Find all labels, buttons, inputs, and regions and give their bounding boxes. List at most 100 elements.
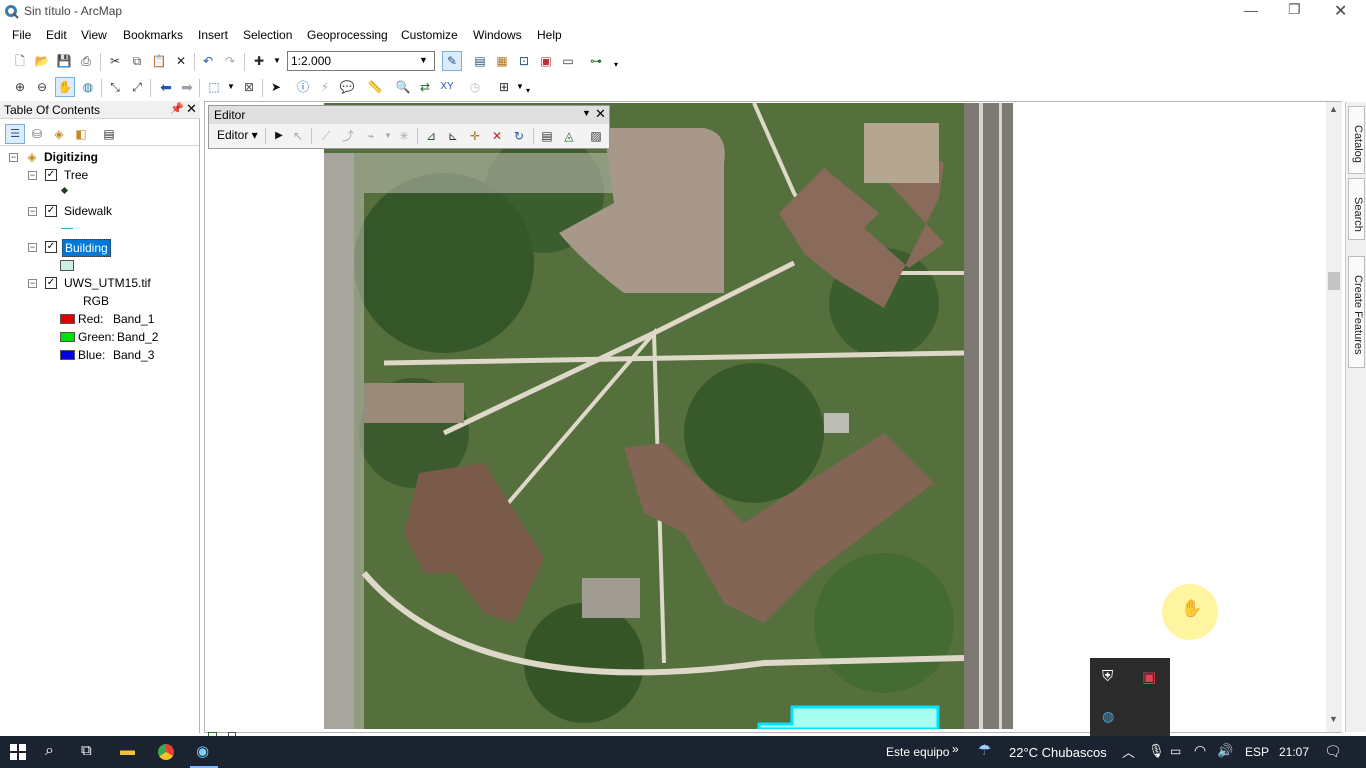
scroll-up-icon[interactable]: ▲ — [1329, 104, 1338, 114]
close-button[interactable]: ✕ — [1334, 1, 1347, 21]
toc-group-digitizing[interactable]: Digitizing — [44, 150, 98, 164]
close-icon[interactable]: ✕ — [595, 106, 606, 122]
weather-rain-icon[interactable]: ☂ — [978, 741, 991, 759]
collapse-layer-icon[interactable]: − — [28, 243, 37, 252]
point-tool-icon[interactable]: ✳ — [395, 127, 413, 145]
hyperlink-icon[interactable]: ⚡ — [316, 78, 334, 96]
wifi-icon[interactable]: ◠ — [1194, 742, 1206, 759]
search-window-icon[interactable]: ⊡ — [515, 52, 533, 70]
scroll-thumb[interactable] — [1328, 272, 1340, 290]
menu-help[interactable]: Help — [537, 28, 562, 42]
list-by-source-icon[interactable]: ⛁ — [28, 125, 46, 143]
split-tool-icon[interactable]: ✕ — [488, 127, 506, 145]
create-features-tab[interactable]: Create Features — [1348, 256, 1365, 368]
chrome-icon[interactable] — [158, 744, 174, 760]
notifications-icon[interactable]: 🗨 — [1324, 743, 1342, 760]
menu-geoprocessing[interactable]: Geoprocessing — [307, 28, 388, 42]
new-document-icon[interactable]: 🗋 — [11, 52, 29, 70]
delete-icon[interactable]: ✕ — [172, 52, 190, 70]
editor-menu-button[interactable]: Editor ▾ — [217, 128, 258, 142]
menu-edit[interactable]: Edit — [46, 28, 67, 42]
editor-toolbar-icon[interactable]: ✎ — [442, 51, 462, 71]
collapse-layer-icon[interactable]: − — [28, 279, 37, 288]
measure-ruler-icon[interactable]: 📏 — [366, 78, 384, 96]
full-extent-globe-icon[interactable]: ◍ — [79, 78, 97, 96]
list-by-selection-icon[interactable]: ◧ — [72, 125, 90, 143]
add-data-dropdown-icon[interactable]: ▼ — [268, 52, 286, 70]
menu-bookmarks[interactable]: Bookmarks — [123, 28, 183, 42]
scale-combobox[interactable]: 1:2.000 ▼ — [287, 51, 435, 71]
task-view-icon[interactable]: ⧉ — [81, 742, 92, 759]
sketch-properties-icon[interactable]: ◬ — [560, 127, 578, 145]
editor-options-dropdown-icon[interactable]: ▼ — [582, 108, 591, 118]
edit-annotation-icon[interactable]: ↖ — [289, 127, 307, 145]
edit-tool-arrow-icon[interactable]: ▶ — [270, 127, 288, 145]
add-data-icon[interactable]: ✚ — [250, 52, 268, 70]
trace-icon[interactable]: ⌁ — [362, 127, 380, 145]
open-folder-icon[interactable]: 📂 — [33, 52, 51, 70]
volume-icon[interactable]: 🔊 — [1217, 743, 1233, 759]
list-by-visibility-icon[interactable]: ◈ — [50, 125, 68, 143]
python-window-icon[interactable]: ▭ — [559, 52, 577, 70]
identify-icon[interactable]: ⓘ — [294, 78, 312, 96]
rotate-icon[interactable]: ↻ — [510, 127, 528, 145]
arcmap-taskbar-icon[interactable]: ◉ — [196, 742, 209, 760]
find-route-icon[interactable]: ⇄ — [416, 78, 434, 96]
model-builder-icon[interactable]: ⊶ — [587, 52, 605, 70]
scroll-down-icon[interactable]: ▼ — [1329, 714, 1338, 724]
print-icon[interactable]: ⎙ — [77, 52, 95, 70]
layer-building[interactable]: Building — [62, 239, 111, 257]
menu-selection[interactable]: Selection — [243, 28, 292, 42]
chevron-down-icon[interactable]: ▼ — [419, 55, 428, 65]
restore-button[interactable]: ❐ — [1288, 1, 1301, 18]
zoom-in-icon[interactable]: ⊕ — [11, 78, 29, 96]
find-binoculars-icon[interactable]: 🔍 — [394, 78, 412, 96]
fixed-zoom-out-icon[interactable]: ⤢ — [128, 78, 146, 96]
aerial-imagery[interactable] — [324, 103, 1013, 729]
location-toolbar-label[interactable]: Este equipo — [886, 745, 949, 759]
forward-arrow-icon[interactable]: ➡ — [178, 78, 196, 96]
select-elements-arrow-icon[interactable]: ➤ — [267, 78, 285, 96]
map-vertical-scrollbar[interactable]: ▲ ▼ — [1326, 102, 1342, 732]
cut-icon[interactable]: ✂ — [106, 52, 124, 70]
paste-icon[interactable]: 📋 — [150, 52, 168, 70]
select-features-icon[interactable]: ⬚ — [205, 78, 223, 96]
create-features-icon[interactable]: ▨ — [587, 127, 605, 145]
layer-tree[interactable]: Tree — [64, 168, 88, 182]
tray-chevron-up-icon[interactable]: ︿ — [1122, 742, 1135, 761]
menu-windows[interactable]: Windows — [473, 28, 522, 42]
layer-sidewalk[interactable]: Sidewalk — [64, 204, 112, 218]
app-tray-icon[interactable]: ▣ — [1142, 668, 1156, 686]
weather-label[interactable]: 22°C Chubascos — [1009, 745, 1107, 760]
redo-icon[interactable]: ↷ — [221, 52, 239, 70]
toolbar-expand-icon[interactable]: » — [952, 742, 959, 756]
select-dropdown-icon[interactable]: ▼ — [222, 78, 240, 96]
save-icon[interactable]: 💾 — [55, 52, 73, 70]
attributes-icon[interactable]: ▤ — [538, 127, 556, 145]
collapse-layer-icon[interactable]: − — [28, 171, 37, 180]
fixed-zoom-in-icon[interactable]: ⤡ — [106, 78, 124, 96]
edit-vertices-icon[interactable]: ⊿ — [422, 127, 440, 145]
html-popup-icon[interactable]: 💬 — [338, 78, 356, 96]
battery-icon[interactable]: ▭ — [1170, 744, 1181, 758]
pan-hand-icon[interactable]: ✋ — [55, 77, 75, 97]
editor-title-bar[interactable]: Editor ▼ ✕ — [209, 106, 609, 124]
copy-icon[interactable]: ⧉ — [128, 52, 146, 70]
microphone-icon[interactable]: 🎙 — [1148, 743, 1165, 759]
menu-insert[interactable]: Insert — [198, 28, 228, 42]
end-point-arc-icon[interactable]: ⤴ — [339, 127, 357, 145]
reshape-feature-icon[interactable]: ⊾ — [444, 127, 462, 145]
clock-time[interactable]: 21:07 — [1279, 745, 1309, 759]
collapse-group-icon[interactable]: − — [9, 153, 18, 162]
layer-checkbox-sidewalk[interactable]: ✓ — [45, 205, 57, 217]
toc-options-icon[interactable]: ▤ — [100, 125, 118, 143]
layer-checkbox-building[interactable]: ✓ — [45, 241, 57, 253]
collapse-layer-icon[interactable]: − — [28, 207, 37, 216]
language-indicator[interactable]: ESP — [1245, 745, 1269, 759]
search-tab[interactable]: Search — [1348, 178, 1365, 240]
clear-selection-icon[interactable]: ⊠ — [240, 78, 258, 96]
windows-start-icon[interactable] — [10, 744, 26, 760]
straight-segment-icon[interactable]: ⟋ — [317, 127, 335, 145]
toolbar-options-icon[interactable]: ▾ — [519, 82, 537, 100]
layer-raster[interactable]: UWS_UTM15.tif — [64, 276, 151, 290]
